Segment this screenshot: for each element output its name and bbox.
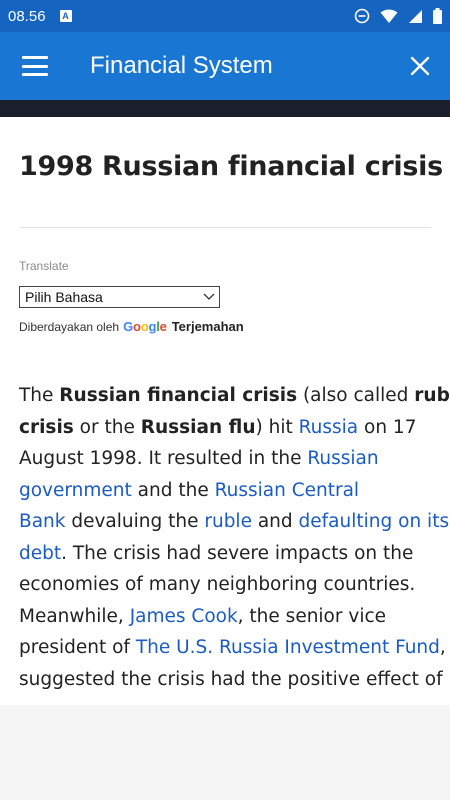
text: ,: [439, 637, 446, 658]
article-line: August 1998. It resulted in the Russian: [19, 443, 433, 475]
link-james-cook[interactable]: James Cook: [130, 606, 238, 627]
article-line: Meanwhile, James Cook, the senior vice: [19, 601, 433, 633]
google-logo[interactable]: Google: [123, 319, 167, 334]
status-icons: [354, 8, 442, 24]
text: August 1998. It resulted in the: [19, 448, 308, 469]
text: ) hit: [255, 416, 299, 438]
divider: [19, 227, 431, 228]
article-body: The Russian financial crisis (also calle…: [19, 380, 450, 696]
wifi-icon: [380, 9, 398, 23]
text: or the: [73, 416, 141, 438]
article-line: Bank devaluing the ruble and defaulting …: [19, 506, 449, 538]
close-icon[interactable]: [410, 56, 430, 76]
status-time: 08.56: [8, 7, 46, 25]
link-russian-central-bank[interactable]: Bank: [19, 511, 65, 532]
page-title: 1998 Russian financial crisis: [19, 151, 443, 182]
link-russia[interactable]: Russia: [299, 417, 359, 438]
link-us-russia-investment-fund[interactable]: The U.S. Russia Investment Fund: [136, 637, 440, 658]
article-line: The Russian financial crisis (also calle…: [19, 380, 450, 412]
status-bar: 08.56 A: [0, 0, 450, 32]
text: president of: [19, 637, 136, 658]
do-not-disturb-icon: [354, 8, 370, 24]
link-defaulting-on-its-debt[interactable]: debt: [19, 543, 61, 564]
signal-icon: [409, 9, 422, 23]
translate-label: Translate: [19, 259, 69, 273]
text: and the: [131, 479, 215, 501]
article-line: economies of many neighboring countries.: [19, 569, 433, 601]
article-line: debt. The crisis had severe impacts on t…: [19, 538, 433, 570]
article-line: government and the Russian Central: [19, 475, 433, 507]
chevron-down-icon: [203, 293, 215, 300]
powered-by-text: Diberdayakan oleh: [19, 319, 120, 334]
bold-term: Russian financial crisis: [59, 385, 298, 406]
header-band: [0, 100, 450, 117]
text: economies of many neighboring countries.: [19, 574, 416, 595]
text: on 17: [358, 416, 417, 438]
text: , the senior vice: [237, 605, 387, 627]
app-title: Financial System: [90, 52, 273, 79]
text: and: [251, 511, 299, 532]
bold-term: Russian flu: [140, 416, 256, 438]
link-defaulting-on-its-debt[interactable]: defaulting on its: [299, 511, 450, 532]
article-line: crisis or the Russian flu) hit Russia on…: [19, 412, 433, 444]
text: The: [19, 385, 60, 406]
text: . The crisis had severe impacts on the: [61, 542, 414, 564]
text: Meanwhile,: [19, 605, 130, 627]
language-select[interactable]: Pilih Bahasa: [19, 286, 220, 308]
link-russian-government[interactable]: government: [19, 480, 132, 501]
article-line: suggested the crisis had the positive ef…: [19, 664, 443, 696]
notification-badge: A: [59, 10, 72, 22]
link-ruble[interactable]: ruble: [204, 511, 252, 532]
powered-by-google: Diberdayakan oleh Google Terjemahan: [19, 319, 244, 334]
battery-icon: [433, 8, 442, 24]
translate-brand: Terjemahan: [171, 319, 244, 334]
app-bar: Financial System: [0, 32, 450, 100]
link-russian-government[interactable]: Russian: [307, 448, 378, 469]
language-select-value: Pilih Bahasa: [25, 289, 103, 305]
text: suggested the crisis had the positive ef…: [19, 668, 443, 690]
text: devaluing the: [65, 511, 205, 532]
link-russian-central-bank[interactable]: Russian Central: [215, 480, 359, 501]
bottom-area: [0, 705, 450, 800]
bold-term: crisis: [19, 416, 74, 438]
menu-icon[interactable]: [22, 56, 48, 76]
text: (also called: [297, 385, 415, 406]
article-content[interactable]: 1998 Russian financial crisis Translate …: [0, 117, 450, 705]
article-line: president of The U.S. Russia Investment …: [19, 632, 446, 664]
bold-term: ruble: [414, 385, 450, 406]
